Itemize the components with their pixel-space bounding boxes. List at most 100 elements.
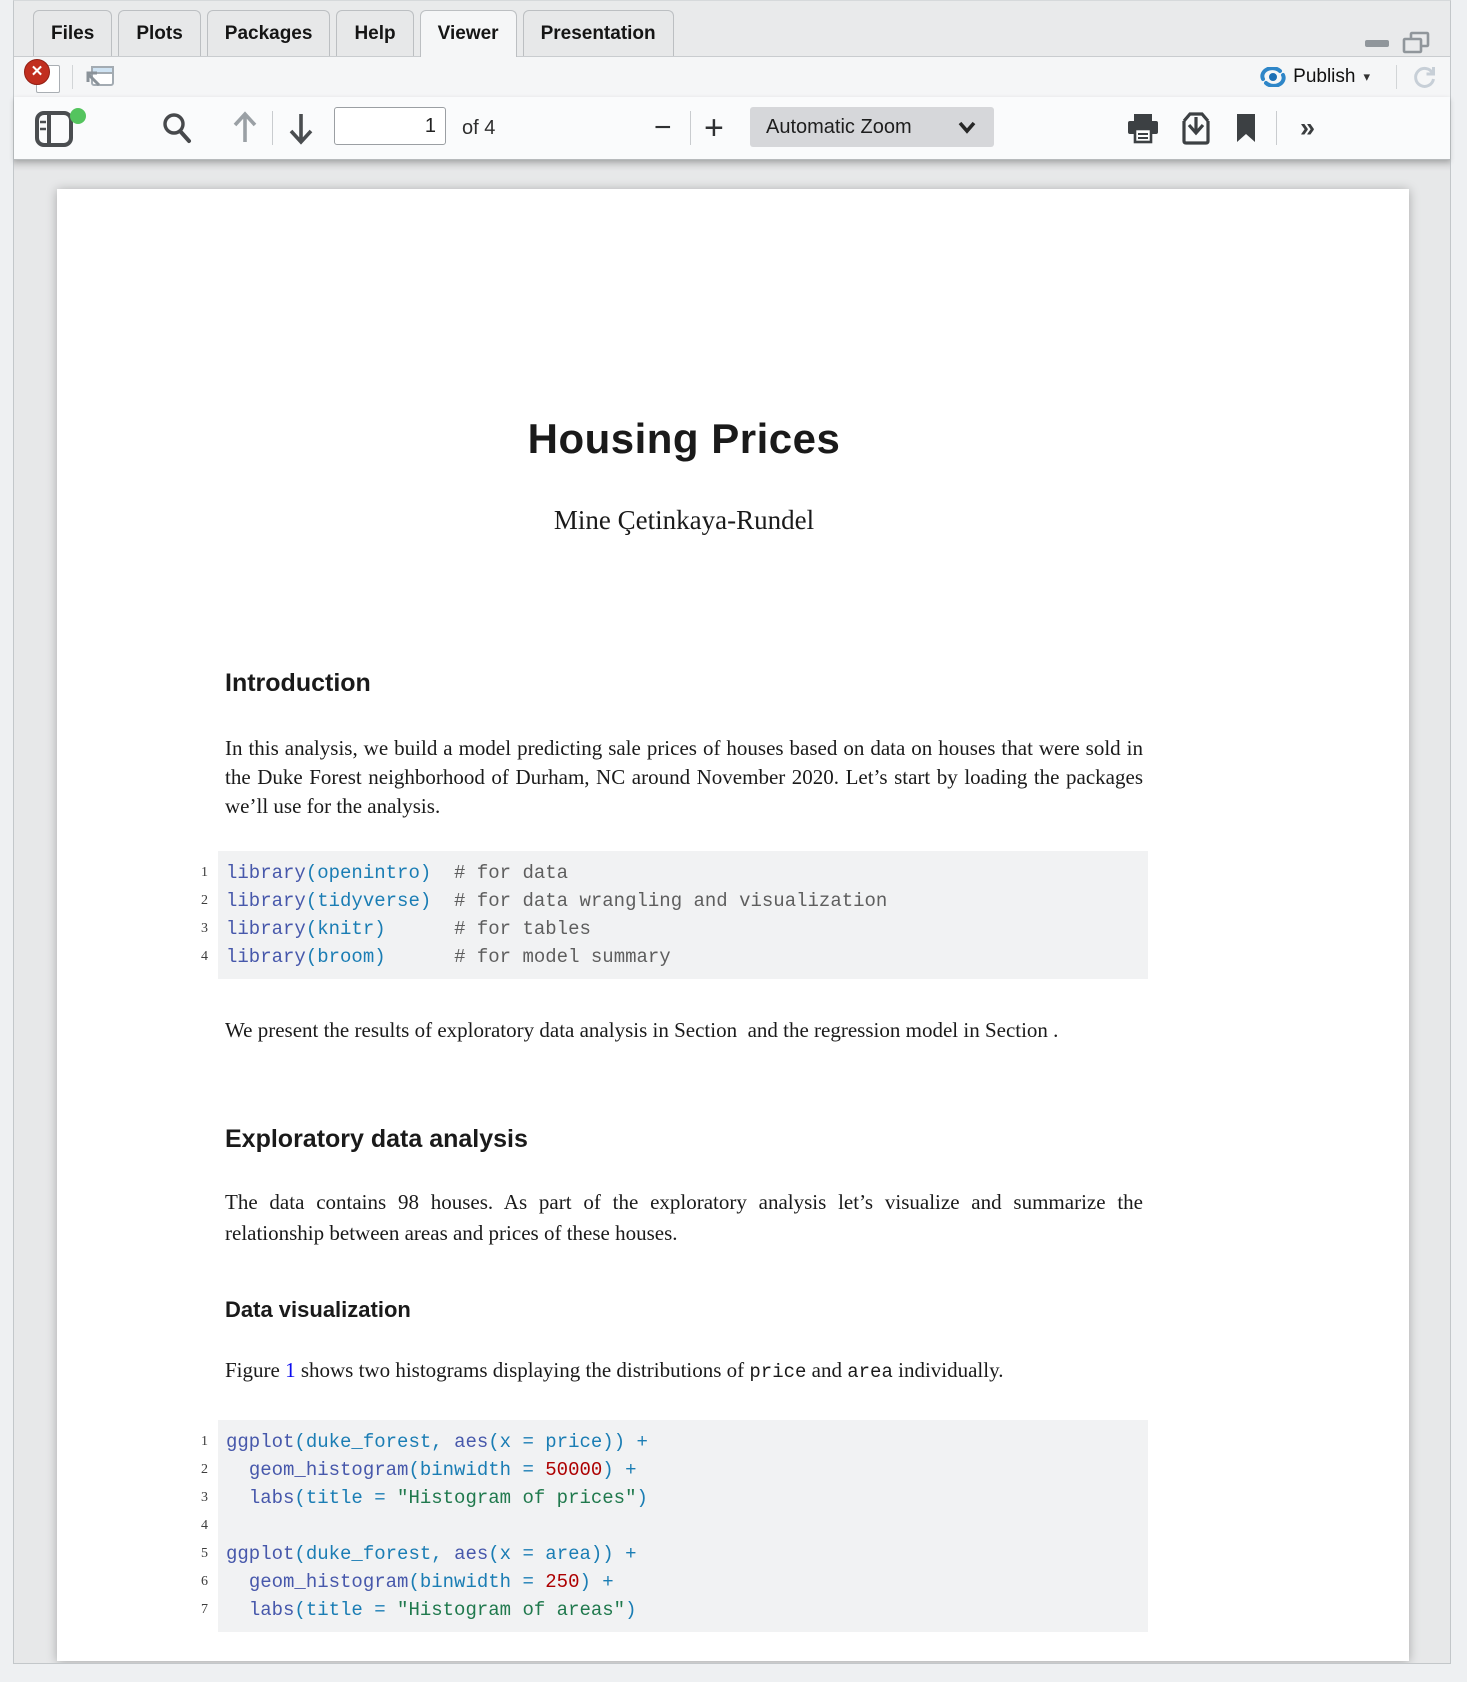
print-icon[interactable] [1126,112,1160,144]
clear-viewer-button[interactable]: ✕ [26,61,60,93]
code-token: labs [249,1487,295,1509]
code-block-load-packages: 1library(openintro) # for data2library(t… [218,851,1148,979]
code-token: # for model summary [386,946,671,968]
code-line: 7 labs(title = "Histogram of areas") [226,1596,1148,1624]
code-token: ) [625,1599,636,1621]
line-number: 2 [172,1456,208,1484]
code-line: 3library(knitr) # for tables [226,915,1148,943]
code-token [226,1459,249,1481]
tab-packages[interactable]: Packages [207,10,331,56]
code-line: 4library(broom) # for model summary [226,943,1148,971]
viewer-pane: Files Plots Packages Help Viewer Present… [13,0,1451,1664]
tab-files[interactable]: Files [33,10,112,56]
figure-ref-link[interactable]: 1 [285,1358,296,1382]
page-number-input[interactable] [334,107,446,145]
line-number: 7 [172,1596,208,1624]
toolbar-separator [1276,111,1277,145]
download-icon[interactable] [1180,111,1212,145]
code-token [226,1571,249,1593]
inline-code-price: price [749,1361,806,1383]
code-line: 2library(tidyverse) # for data wrangling… [226,887,1148,915]
code-line: 4 [226,1512,1148,1540]
paragraph-figure: Figure 1 shows two histograms displaying… [225,1356,1143,1387]
code-token: geom_histogram [249,1571,409,1593]
code-token: (x = price)) + [488,1431,648,1453]
page-count-label: of 4 [462,97,495,159]
code-token: 250 [545,1571,579,1593]
code-token: library [226,890,306,912]
zoom-out-icon[interactable]: − [654,113,672,143]
code-token: geom_histogram [249,1459,409,1481]
heading-eda: Exploratory data analysis [225,1125,1143,1154]
publish-button[interactable]: Publish [1293,66,1355,88]
line-number: 1 [172,1428,208,1456]
pdf-page: Housing Prices Mine Çetinkaya-Rundel Int… [57,189,1409,1661]
tab-viewer[interactable]: Viewer [420,10,517,57]
inline-code-area: area [847,1361,893,1383]
code-token: (openintro) [306,862,431,884]
code-token: ggplot [226,1543,294,1565]
code-token: (x = area)) + [488,1543,636,1565]
tab-plots[interactable]: Plots [118,10,200,56]
toolbar-separator [1396,65,1397,89]
code-token: (binwidth = [408,1459,545,1481]
pdf-toolbar: of 4 − + Automatic Zoom [14,97,1450,160]
code-token: aes [454,1543,488,1565]
figure-text: and [806,1358,847,1382]
tab-bar: Files Plots Packages Help Viewer Present… [14,1,1450,57]
open-in-new-window-icon[interactable] [85,63,115,91]
code-token: ) [637,1487,648,1509]
code-block-histograms: 1ggplot(duke_forest, aes(x = price)) +2 … [218,1420,1148,1632]
maximize-pane-icon[interactable] [1402,31,1430,55]
code-token: (duke_forest, [294,1543,454,1565]
search-icon[interactable] [160,111,194,145]
more-tools-icon[interactable]: » [1300,113,1313,144]
code-line: 6 geom_histogram(binwidth = 250) + [226,1568,1148,1596]
viewer-toolbar: ✕ Publish ▾ [14,57,1450,98]
document-title: Housing Prices [225,415,1143,463]
tab-presentation[interactable]: Presentation [523,10,674,56]
code-token: (title = [294,1599,397,1621]
line-number: 2 [172,887,208,915]
code-line: 1ggplot(duke_forest, aes(x = price)) + [226,1428,1148,1456]
next-page-icon[interactable] [286,110,316,146]
heading-data-visualization: Data visualization [225,1297,1143,1323]
code-line: 3 labs(title = "Histogram of prices") [226,1484,1148,1512]
line-number: 5 [172,1540,208,1568]
sidebar-toggle-icon[interactable] [35,107,87,149]
zoom-in-icon[interactable]: + [704,113,724,143]
code-token: ) + [602,1459,636,1481]
pane-window-controls [1364,31,1430,55]
line-number: 4 [172,943,208,971]
publish-dropdown-caret[interactable]: ▾ [1363,69,1370,85]
code-token: library [226,918,306,940]
pdf-viewer-area[interactable]: Housing Prices Mine Çetinkaya-Rundel Int… [14,159,1450,1663]
publish-icon [1260,67,1286,87]
chevron-down-icon [957,121,977,134]
refresh-icon[interactable] [1411,64,1438,91]
line-number: 3 [172,915,208,943]
code-token [226,1599,249,1621]
code-token: (knitr) [306,918,386,940]
line-number: 3 [172,1484,208,1512]
tab-help[interactable]: Help [336,10,413,56]
paragraph-introduction: In this analysis, we build a model predi… [225,734,1143,821]
figure-text: shows two histograms displaying the dist… [296,1358,750,1382]
code-token: ) + [580,1571,614,1593]
figure-text: individually. [893,1358,1004,1382]
minimize-pane-icon[interactable] [1364,38,1390,48]
toolbar-separator [272,111,273,145]
bookmark-icon[interactable] [1236,113,1256,143]
line-number: 6 [172,1568,208,1596]
previous-page-icon[interactable] [230,110,260,146]
line-number: 4 [172,1512,208,1540]
code-token: (tidyverse) [306,890,431,912]
code-token: # for data [431,862,568,884]
zoom-level-value: Automatic Zoom [766,116,912,139]
code-line: 2 geom_histogram(binwidth = 50000) + [226,1456,1148,1484]
code-token: library [226,862,306,884]
code-token: # for tables [386,918,591,940]
code-token: ggplot [226,1431,294,1453]
zoom-level-select[interactable]: Automatic Zoom [750,107,994,147]
code-token [226,1487,249,1509]
